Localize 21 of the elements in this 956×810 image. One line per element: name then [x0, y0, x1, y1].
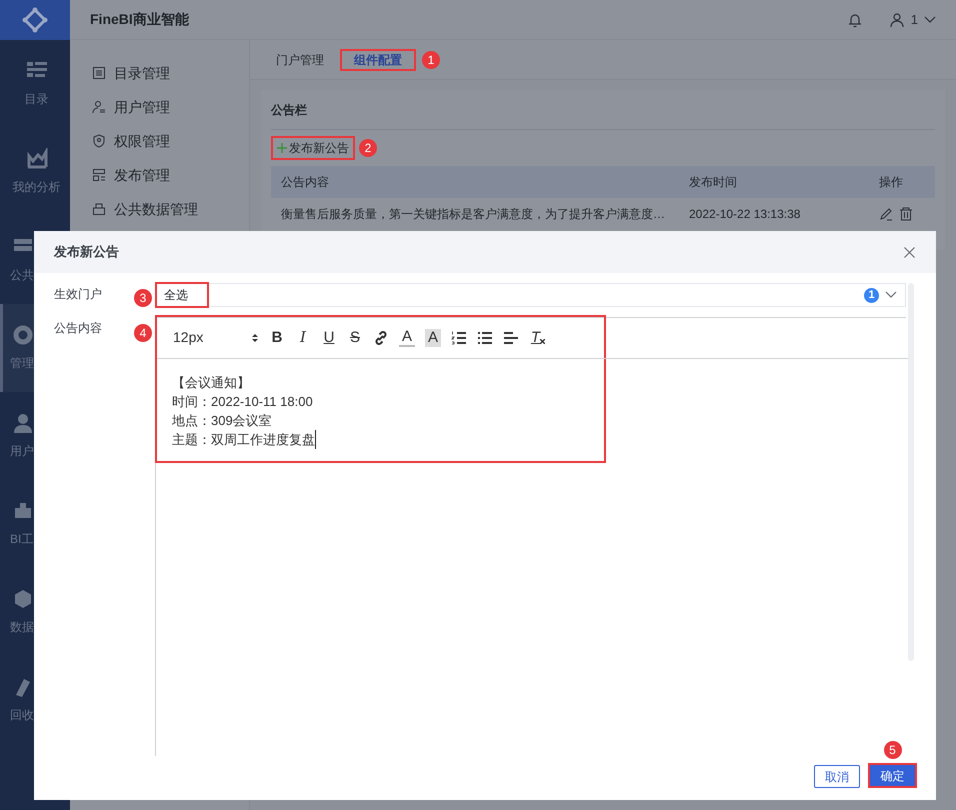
table-cell-text: 衡量售后服务质量，第一关键指标是客户满意度，为了提升客户满意度… — [281, 206, 666, 223]
text-line: 【会议通知】 — [172, 374, 251, 392]
step-badge: 4 — [134, 324, 152, 342]
field-label: 公告内容 — [54, 320, 103, 337]
column-header: 操作 — [879, 174, 904, 191]
column-header: 公告内容 — [281, 174, 330, 191]
text-line: 主题：双周工作进度复盘 — [172, 430, 316, 449]
panel-title: 公告栏 — [271, 90, 935, 130]
field-label: 生效门户 — [54, 286, 103, 303]
step-badge: 1 — [422, 50, 440, 68]
text-line: 地点：309会议室 — [172, 412, 273, 430]
step-badge: 5 — [884, 741, 902, 759]
count-badge: 1 — [864, 288, 879, 302]
table-cell-text: 2022-10-22 13:13:38 — [689, 206, 802, 223]
step-badge: 2 — [359, 139, 377, 157]
column-header: 发布时间 — [689, 174, 738, 191]
step-badge: 3 — [134, 289, 152, 307]
dialog-title: 发布新公告 — [54, 243, 119, 262]
text-line: 时间：2022-10-11 18:00 — [172, 393, 314, 411]
app-title: FineBI商业智能 — [90, 10, 189, 29]
select-value: 全选 — [155, 282, 209, 308]
